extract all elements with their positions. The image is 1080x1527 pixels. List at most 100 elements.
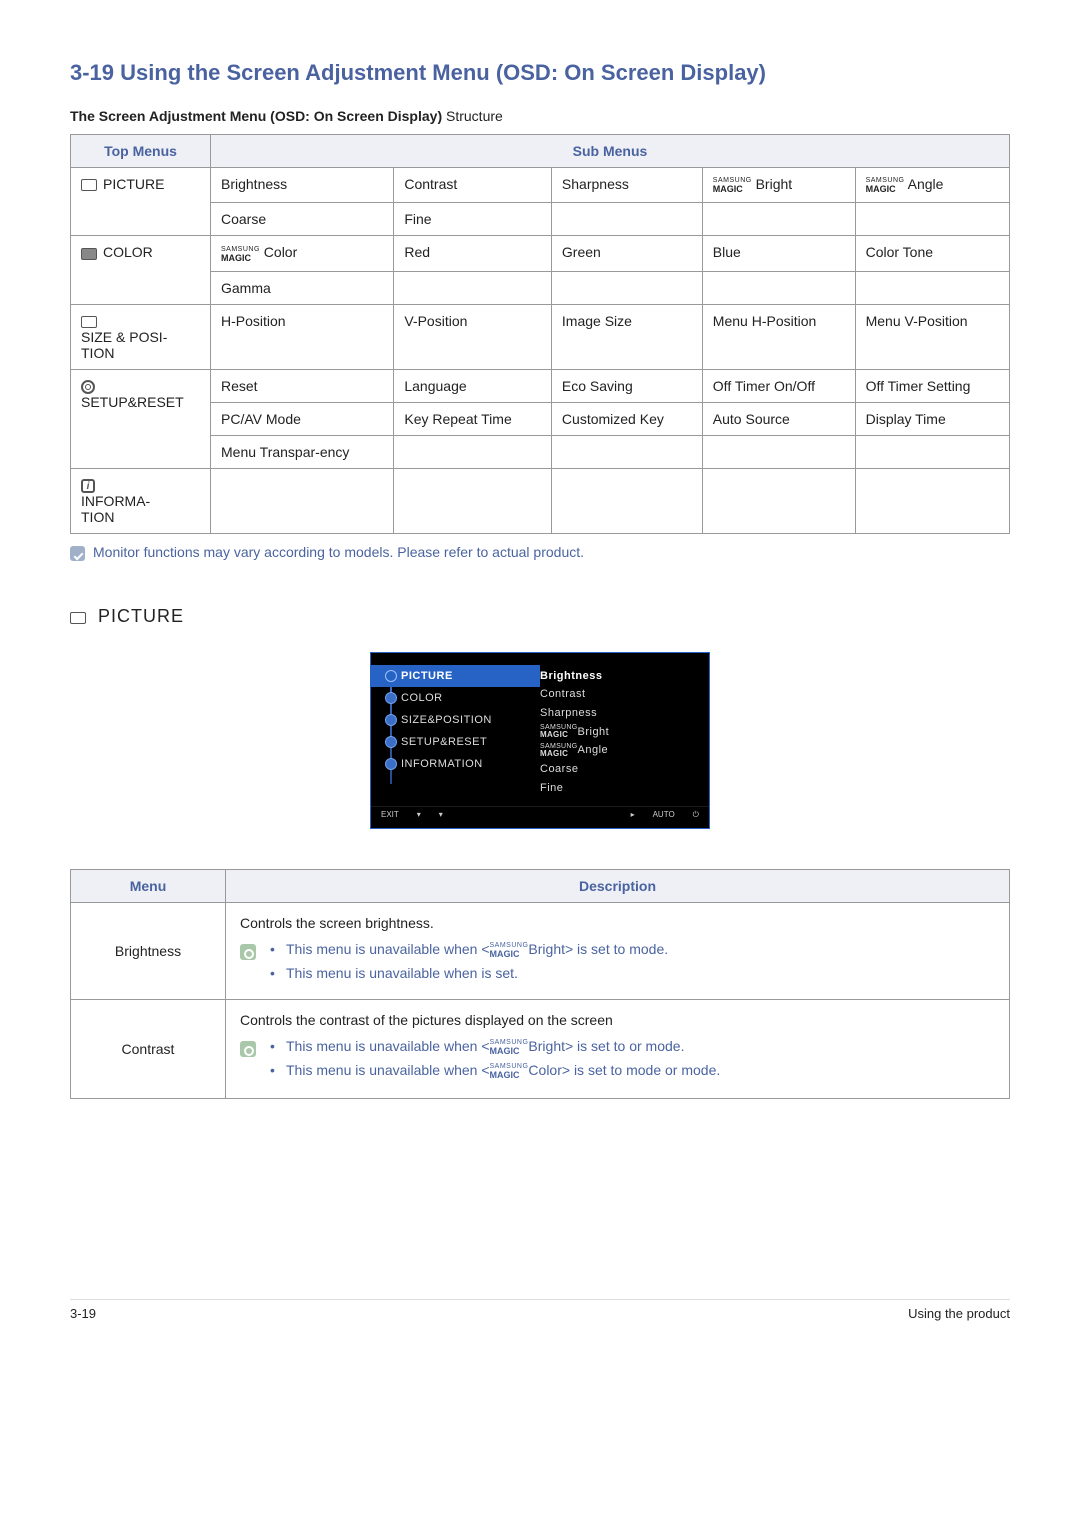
cell bbox=[394, 435, 552, 468]
cell: Red bbox=[394, 236, 552, 271]
osd-r: Sharpness bbox=[540, 704, 701, 723]
cell bbox=[394, 271, 552, 304]
cell: SAMSUNGMAGIC Angle bbox=[855, 168, 1009, 203]
th-desc: Description bbox=[226, 869, 1010, 902]
cell bbox=[702, 203, 855, 236]
cell bbox=[855, 468, 1009, 533]
osd-screenshot: PICTURE COLOR SIZE&POSITION SETUP&RESET … bbox=[370, 652, 710, 829]
cell bbox=[855, 271, 1009, 304]
page-heading: 3-19 Using the Screen Adjustment Menu (O… bbox=[70, 60, 1010, 86]
desc-brightness-label: Brightness bbox=[71, 902, 226, 999]
osd-btn: ▾ bbox=[439, 810, 443, 820]
cell: Off Timer On/Off bbox=[702, 369, 855, 402]
desc-bullets: This menu is unavailable when <SAMSUNGMA… bbox=[266, 941, 668, 987]
note-icon bbox=[240, 1041, 256, 1057]
cell: Fine bbox=[394, 203, 552, 236]
cell bbox=[855, 203, 1009, 236]
cell: SAMSUNGMAGIC Bright bbox=[702, 168, 855, 203]
topmenu-setup: SETUP&RESET bbox=[71, 369, 211, 468]
bullet: This menu is unavailable when <SAMSUNGMA… bbox=[266, 941, 668, 959]
desc-main: Controls the screen brightness. bbox=[240, 915, 995, 931]
cell: Customized Key bbox=[551, 402, 702, 435]
desc-brightness-body: Controls the screen brightness. This men… bbox=[226, 902, 1010, 999]
cell bbox=[855, 435, 1009, 468]
footer-left: 3-19 bbox=[70, 1306, 96, 1321]
osd-r: SAMSUNGMAGICBright bbox=[540, 723, 701, 742]
color-icon bbox=[81, 248, 97, 260]
osd-r: Brightness bbox=[540, 667, 701, 686]
cell: Menu V-Position bbox=[855, 304, 1009, 369]
bullet: This menu is unavailable when is set. bbox=[266, 965, 668, 981]
note-line: Monitor functions may vary according to … bbox=[70, 544, 1010, 561]
cell: Gamma bbox=[211, 271, 394, 304]
cell: Color Tone bbox=[855, 236, 1009, 271]
cell: SAMSUNGMAGIC Color bbox=[211, 236, 394, 271]
cell: Image Size bbox=[551, 304, 702, 369]
bullet: This menu is unavailable when <SAMSUNGMA… bbox=[266, 1038, 720, 1056]
osd-btn: EXIT bbox=[381, 810, 399, 820]
desc-contrast-body: Controls the contrast of the pictures di… bbox=[226, 999, 1010, 1099]
cell bbox=[394, 468, 552, 533]
cell: Key Repeat Time bbox=[394, 402, 552, 435]
description-table: Menu Description Brightness Controls the… bbox=[70, 869, 1010, 1100]
cell bbox=[551, 435, 702, 468]
cell: V-Position bbox=[394, 304, 552, 369]
cell: Display Time bbox=[855, 402, 1009, 435]
cell: PC/AV Mode bbox=[211, 402, 394, 435]
th-menu: Menu bbox=[71, 869, 226, 902]
osd-right-menu: Brightness Contrast Sharpness SAMSUNGMAG… bbox=[540, 653, 709, 806]
cell bbox=[702, 468, 855, 533]
topmenu-size: SIZE & POSI-TION bbox=[71, 304, 211, 369]
osd-item-picture: PICTURE bbox=[371, 665, 540, 687]
info-label: INFORMA-TION bbox=[81, 493, 181, 525]
osd-item-size: SIZE&POSITION bbox=[371, 709, 540, 731]
note-icon bbox=[240, 944, 256, 960]
magic-logo: SAMSUNGMAGIC bbox=[490, 1062, 529, 1080]
cell: Sharpness bbox=[551, 168, 702, 203]
picture-icon bbox=[70, 612, 86, 624]
picture-icon bbox=[81, 179, 97, 191]
bullet: This menu is unavailable when <SAMSUNGMA… bbox=[266, 1062, 720, 1080]
cell bbox=[702, 271, 855, 304]
note-icon bbox=[70, 546, 85, 561]
cell bbox=[551, 203, 702, 236]
th-top-menus: Top Menus bbox=[71, 135, 211, 168]
setup-label: SETUP&RESET bbox=[81, 394, 184, 410]
cell: Reset bbox=[211, 369, 394, 402]
color-label: COLOR bbox=[103, 244, 153, 260]
subheading-rest: Structure bbox=[442, 108, 503, 124]
footer: 3-19 Using the product bbox=[70, 1299, 1010, 1321]
osd-r: Fine bbox=[540, 779, 701, 798]
cell bbox=[551, 468, 702, 533]
cell: Menu H-Position bbox=[702, 304, 855, 369]
cell: Contrast bbox=[394, 168, 552, 203]
osd-r: Contrast bbox=[540, 685, 701, 704]
cell: Coarse bbox=[211, 203, 394, 236]
topmenu-info: INFORMA-TION bbox=[71, 468, 211, 533]
osd-btn: AUTO bbox=[653, 810, 675, 820]
subheading-bold: The Screen Adjustment Menu (OSD: On Scre… bbox=[70, 108, 442, 124]
osd-btn: ⏻ bbox=[693, 810, 699, 820]
osd-item-color: COLOR bbox=[371, 687, 540, 709]
cell: Eco Saving bbox=[551, 369, 702, 402]
th-sub-menus: Sub Menus bbox=[211, 135, 1010, 168]
osd-item-info: INFORMATION bbox=[371, 753, 540, 775]
osd-left-menu: PICTURE COLOR SIZE&POSITION SETUP&RESET … bbox=[371, 653, 540, 806]
cell: Off Timer Setting bbox=[855, 369, 1009, 402]
cell: H-Position bbox=[211, 304, 394, 369]
cell bbox=[211, 468, 394, 533]
desc-bullets: This menu is unavailable when <SAMSUNGMA… bbox=[266, 1038, 720, 1087]
cell bbox=[702, 435, 855, 468]
cell bbox=[551, 271, 702, 304]
topmenu-picture: PICTURE bbox=[71, 168, 211, 236]
magic-logo: SAMSUNGMAGIC bbox=[490, 1038, 529, 1056]
osd-r: SAMSUNGMAGICAngle bbox=[540, 741, 701, 760]
topmenu-color: COLOR bbox=[71, 236, 211, 304]
osd-btn: ▾ bbox=[417, 810, 421, 820]
osd-bottom-bar: EXIT ▾ ▾ ▸ AUTO ⏻ bbox=[371, 806, 709, 826]
cell: Blue bbox=[702, 236, 855, 271]
osd-btn: ▸ bbox=[631, 810, 635, 820]
cell: Auto Source bbox=[702, 402, 855, 435]
footer-right: Using the product bbox=[908, 1306, 1010, 1321]
picture-label: PICTURE bbox=[103, 176, 164, 192]
